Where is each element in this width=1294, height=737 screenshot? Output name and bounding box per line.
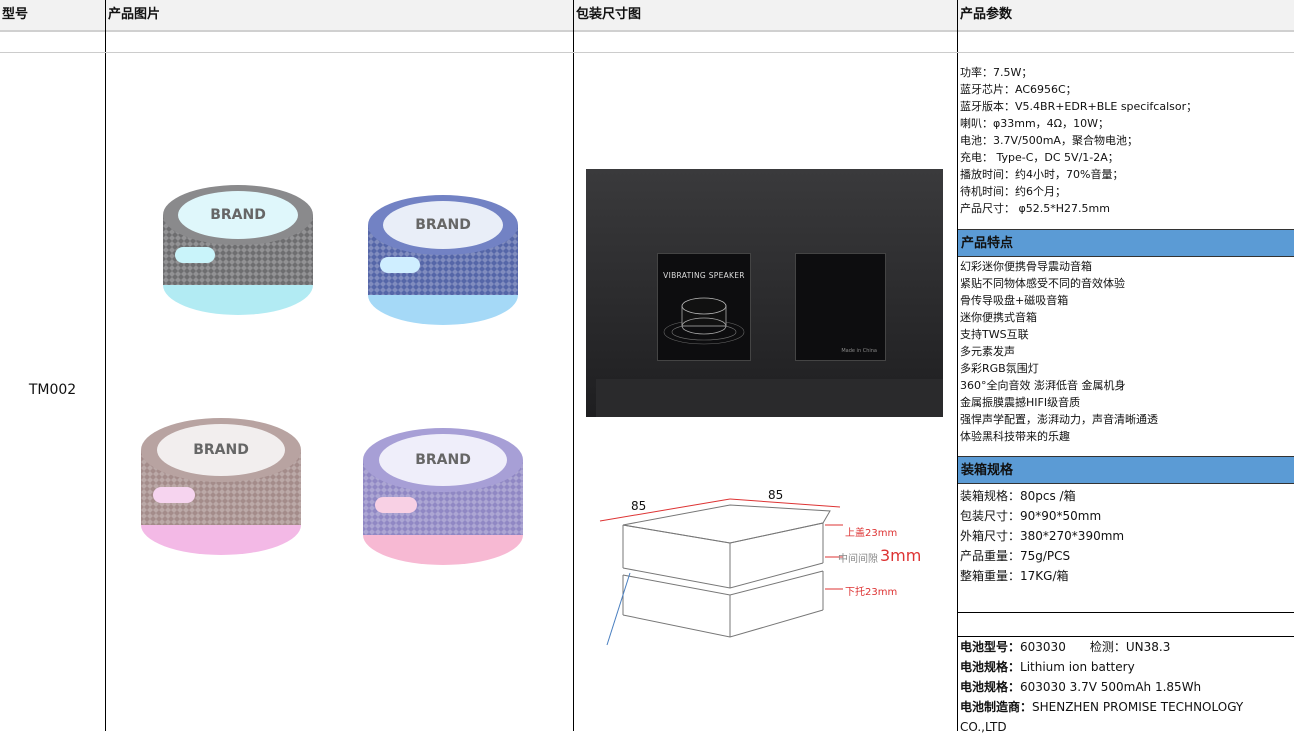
- list-item: 外箱尺寸：380*270*390mm: [960, 529, 1125, 543]
- list-item: 包装尺寸：90*90*50mm: [960, 509, 1102, 523]
- list-item: 360°全向音效 澎湃低音 金属机身: [960, 379, 1126, 392]
- list-item: 骨传导吸盘+磁吸音箱: [960, 294, 1069, 307]
- speaker-graphite: BRAND: [163, 185, 313, 315]
- box-speaker-icon: [663, 297, 745, 345]
- list-item: 蓝牙版本：V5.4BR+EDR+BLE specifcalsor；: [960, 100, 1198, 113]
- brand-text: BRAND: [415, 452, 471, 468]
- packing-list: 装箱规格：80pcs /箱 包装尺寸：90*90*50mm 外箱尺寸：380*2…: [960, 486, 1124, 586]
- feature-list: 幻彩迷你便携骨导震动音箱 紧贴不同物体感受不同的音效体验 骨传导吸盘+磁吸音箱 …: [960, 258, 1158, 445]
- header-package-size: 包装尺寸图: [576, 7, 642, 22]
- list-item: 金属振膜震撼HIFI级音质: [960, 396, 1081, 409]
- list-item: 多元素发声: [960, 345, 1015, 358]
- battery-spec2-value: 603030 3.7V 500mAh 1.85Wh: [1020, 680, 1202, 694]
- bottom-tray-label: 下托23mm: [845, 587, 898, 598]
- list-item: 整箱重量：17KG/箱: [960, 569, 1069, 583]
- list-item: 强悍声学配置，澎湃动力，声音清晰通透: [960, 413, 1158, 426]
- list-item: 迷你便携式音箱: [960, 311, 1037, 324]
- grid-line: [573, 0, 574, 731]
- gap-label: 中间间隙: [838, 554, 878, 565]
- box-title: VIBRATING SPEAKER: [663, 271, 745, 280]
- list-item: 功率：7.5W；: [960, 66, 1033, 79]
- list-item: 播放时间：约4小时，70%音量；: [960, 168, 1124, 181]
- list-item: 蓝牙芯片：AC6956C；: [960, 83, 1077, 96]
- list-item: 幻彩迷你便携骨导震动音箱: [960, 260, 1092, 273]
- list-item: 喇叭：φ33mm，4Ω，10W；: [960, 117, 1109, 130]
- list-item: 体验黑科技带来的乐趣: [960, 430, 1070, 443]
- package-box-back: Made in China: [795, 253, 886, 361]
- header-model: 型号: [2, 7, 29, 22]
- packing-title: 装箱规格: [958, 456, 1294, 484]
- package-box-front: VIBRATING SPEAKER: [657, 253, 751, 361]
- package-photo: VIBRATING SPEAKER Made in China: [586, 169, 943, 417]
- header-row: [0, 0, 1294, 32]
- parameter-list: 功率：7.5W； 蓝牙芯片：AC6956C； 蓝牙版本：V5.4BR+EDR+B…: [960, 64, 1197, 217]
- list-item: 装箱规格：80pcs /箱: [960, 489, 1076, 503]
- battery-info: 电池型号：603030 检测：UN38.3 电池规格：Lithium ion ba…: [960, 637, 1243, 737]
- brand-text: BRAND: [210, 207, 266, 223]
- battery-model-value: 603030: [1020, 640, 1066, 654]
- speaker-blue: BRAND: [368, 195, 518, 325]
- list-item: 充电： Type-C，DC 5V/1-2A；: [960, 151, 1119, 164]
- battery-test-label: 检测：: [1089, 640, 1126, 654]
- grid-line: [957, 0, 958, 731]
- dimension-drawing: 85 85 上盖23mm 中间间隙 3mm 下托23mm: [595, 485, 935, 655]
- brand-text: BRAND: [415, 217, 471, 233]
- depth-label: 85: [631, 499, 647, 513]
- brand-text: BRAND: [193, 442, 249, 458]
- battery-test-value: UN38.3: [1125, 640, 1171, 654]
- list-item: 紧贴不同物体感受不同的音效体验: [960, 277, 1125, 290]
- battery-maker-value: SHENZHEN PROMISE TECHNOLOGY: [1032, 700, 1244, 714]
- battery-spec2-label: 电池规格：: [960, 680, 1021, 694]
- battery-spec1-label: 电池规格：: [960, 660, 1021, 674]
- header-product-image: 产品图片: [108, 7, 161, 22]
- battery-maker-value-cont: CO.,LTD: [960, 720, 1007, 734]
- empty-row: [0, 30, 1294, 53]
- header-parameters: 产品参数: [960, 7, 1013, 22]
- list-item: 产品尺寸： φ52.5*H27.5mm: [960, 202, 1110, 215]
- box-back-text: Made in China: [841, 348, 877, 354]
- battery-model-label: 电池型号：: [960, 640, 1021, 654]
- speaker-lavender: BRAND: [363, 428, 523, 565]
- model-number: TM002: [28, 382, 77, 398]
- speaker-illustrations: BRAND BRAND BRAND BRAND: [141, 185, 523, 565]
- product-image: BRAND BRAND BRAND BRAND: [123, 160, 553, 600]
- list-item: 产品重量：75g/PCS: [960, 549, 1071, 563]
- list-item: 支持TWS互联: [960, 328, 1029, 341]
- grid-line: [958, 612, 1294, 613]
- list-item: 待机时间：约6个月；: [960, 185, 1066, 198]
- list-item: 电池：3.7V/500mA，聚合物电池；: [960, 134, 1138, 147]
- battery-maker-label: 电池制造商：: [960, 700, 1033, 714]
- width-label: 85: [768, 488, 784, 502]
- grid-line: [105, 0, 106, 731]
- features-title: 产品特点: [958, 229, 1294, 257]
- package-shelf: [596, 379, 943, 417]
- gap-value: 3mm: [880, 546, 922, 565]
- top-cover-label: 上盖23mm: [845, 528, 898, 539]
- battery-spec1-value: Lithium ion battery: [1020, 660, 1135, 674]
- speaker-rose: BRAND: [141, 418, 301, 555]
- list-item: 多彩RGB氛围灯: [960, 362, 1039, 375]
